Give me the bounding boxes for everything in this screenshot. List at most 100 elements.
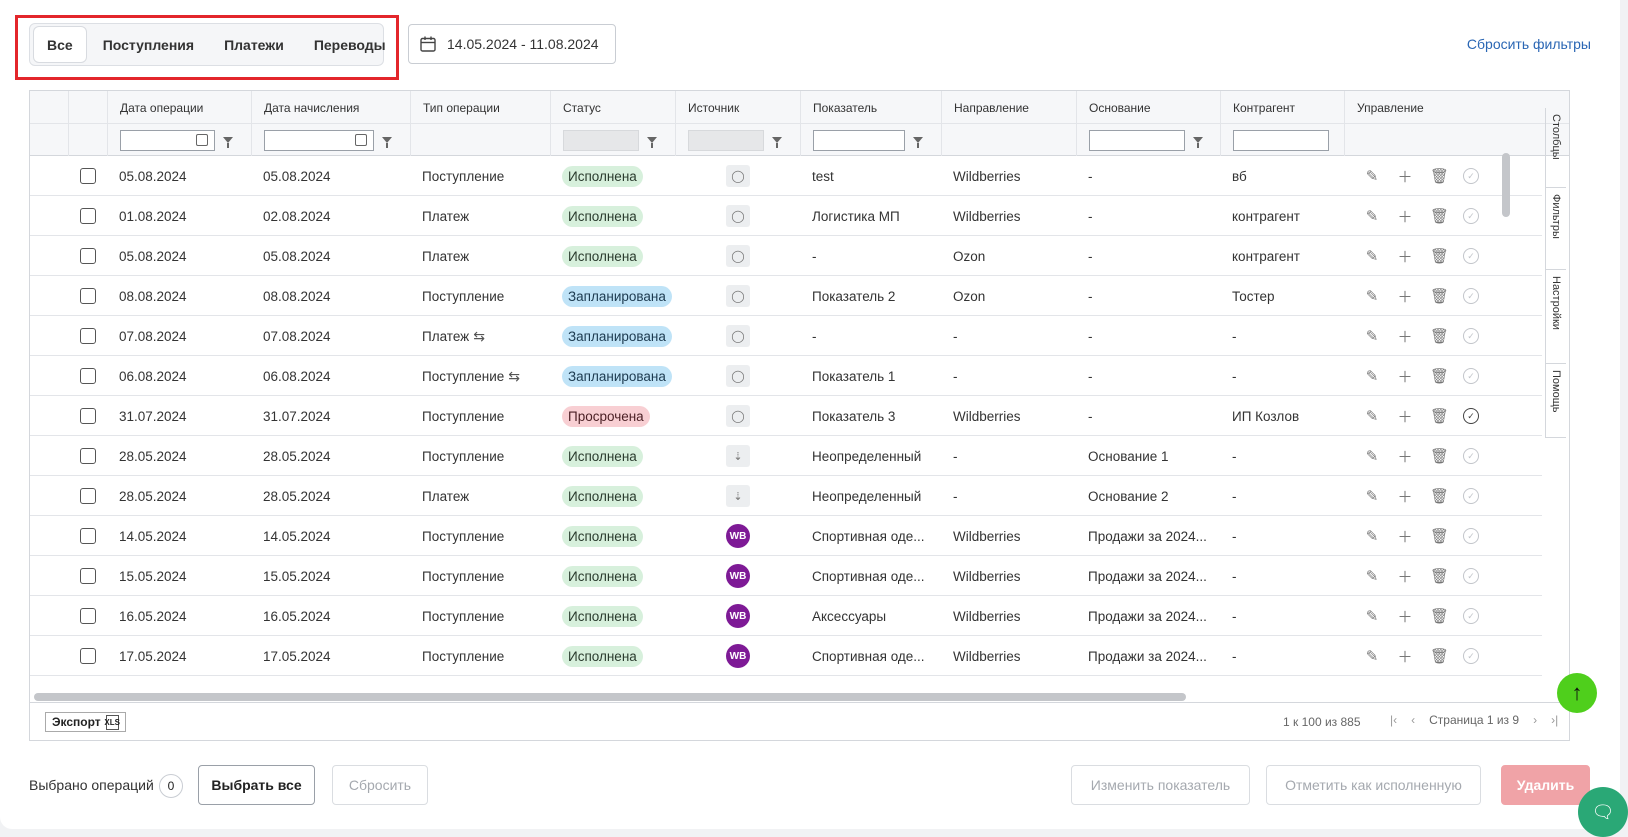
header-status[interactable]: Статус — [550, 91, 675, 124]
scroll-top-button[interactable]: ↑ — [1557, 673, 1597, 713]
table-row[interactable]: 17.05.2024 17.05.2024 Поступление Исполнена… — [30, 636, 1542, 676]
header-direction[interactable]: Направление — [941, 91, 1076, 124]
edit-icon[interactable]: ✎ — [1364, 167, 1380, 185]
trash-icon[interactable]: 🗑 — [1430, 407, 1449, 425]
trash-icon[interactable]: 🗑 — [1430, 287, 1449, 305]
change-indicator-button[interactable]: Изменить показатель — [1071, 765, 1250, 805]
filter-icon[interactable] — [382, 137, 392, 148]
tab-incomes[interactable]: Поступления — [90, 27, 207, 62]
row-checkbox[interactable] — [80, 208, 96, 224]
row-checkbox[interactable] — [80, 568, 96, 584]
edit-icon[interactable]: ✎ — [1364, 567, 1380, 585]
trash-icon[interactable]: 🗑 — [1430, 607, 1449, 625]
row-checkbox[interactable] — [80, 608, 96, 624]
chat-button[interactable]: 🗨 — [1578, 787, 1628, 837]
trash-icon[interactable]: 🗑 — [1430, 327, 1449, 345]
plus-icon[interactable]: ＋ — [1397, 646, 1413, 667]
reset-selection-button[interactable]: Сбросить — [332, 765, 428, 805]
edit-icon[interactable]: ✎ — [1364, 247, 1380, 265]
filter-op-date-input[interactable] — [120, 129, 215, 151]
plus-icon[interactable]: ＋ — [1397, 526, 1413, 547]
header-basis[interactable]: Основание — [1076, 91, 1220, 124]
row-checkbox[interactable] — [80, 528, 96, 544]
trash-icon[interactable]: 🗑 — [1430, 247, 1449, 265]
side-tab-settings[interactable]: Настройки — [1546, 270, 1566, 364]
header-op-date[interactable]: Дата операции — [107, 91, 251, 124]
plus-icon[interactable]: ＋ — [1397, 206, 1413, 227]
plus-icon[interactable]: ＋ — [1397, 566, 1413, 587]
plus-icon[interactable]: ＋ — [1397, 326, 1413, 347]
table-row[interactable]: 07.08.2024 07.08.2024 Платеж ⇆ Запланирована… — [30, 316, 1542, 356]
edit-icon[interactable]: ✎ — [1364, 527, 1380, 545]
row-checkbox[interactable] — [80, 448, 96, 464]
delete-button[interactable]: Удалить — [1501, 765, 1590, 805]
reset-filters-link[interactable]: Сбросить фильтры — [1467, 36, 1591, 52]
plus-icon[interactable]: ＋ — [1397, 446, 1413, 467]
tab-transfers[interactable]: Переводы — [301, 27, 399, 62]
table-row[interactable]: 28.05.2024 28.05.2024 Поступление Исполнена… — [30, 436, 1542, 476]
last-page-icon[interactable]: ›| — [1551, 713, 1558, 727]
trash-icon[interactable]: 🗑 — [1430, 207, 1449, 225]
table-row[interactable]: 16.05.2024 16.05.2024 Поступление Исполнена… — [30, 596, 1542, 636]
row-checkbox[interactable] — [80, 168, 96, 184]
filter-basis-input[interactable] — [1089, 129, 1185, 151]
edit-icon[interactable]: ✎ — [1364, 447, 1380, 465]
trash-icon[interactable]: 🗑 — [1430, 527, 1449, 545]
plus-icon[interactable]: ＋ — [1397, 166, 1413, 187]
plus-icon[interactable]: ＋ — [1397, 366, 1413, 387]
confirm-check-icon[interactable]: ✓ — [1463, 368, 1479, 384]
confirm-check-icon[interactable]: ✓ — [1463, 408, 1479, 424]
table-row[interactable]: 05.08.2024 05.08.2024 Поступление Исполнена… — [30, 156, 1542, 196]
edit-icon[interactable]: ✎ — [1364, 407, 1380, 425]
table-row[interactable]: 14.05.2024 14.05.2024 Поступление Исполнена… — [30, 516, 1542, 556]
edit-icon[interactable]: ✎ — [1364, 487, 1380, 505]
confirm-check-icon[interactable]: ✓ — [1463, 168, 1479, 184]
confirm-check-icon[interactable]: ✓ — [1463, 528, 1479, 544]
confirm-check-icon[interactable]: ✓ — [1463, 248, 1479, 264]
row-checkbox[interactable] — [80, 488, 96, 504]
row-checkbox[interactable] — [80, 408, 96, 424]
trash-icon[interactable]: 🗑 — [1430, 487, 1449, 505]
filter-icon[interactable] — [647, 137, 657, 148]
trash-icon[interactable]: 🗑 — [1430, 367, 1449, 385]
side-tab-help[interactable]: Помощь — [1546, 364, 1566, 438]
plus-icon[interactable]: ＋ — [1397, 246, 1413, 267]
trash-icon[interactable]: 🗑 — [1430, 647, 1449, 665]
table-row[interactable]: 06.08.2024 06.08.2024 Поступление ⇆ Запланир… — [30, 356, 1542, 396]
row-checkbox[interactable] — [80, 248, 96, 264]
header-source[interactable]: Источник — [675, 91, 800, 124]
row-checkbox[interactable] — [80, 368, 96, 384]
row-checkbox[interactable] — [80, 328, 96, 344]
header-counterparty[interactable]: Контрагент — [1220, 91, 1344, 124]
header-accr-date[interactable]: Дата начисления — [251, 91, 410, 124]
filter-status-input[interactable] — [563, 129, 639, 151]
filter-accr-date-input[interactable] — [264, 129, 374, 151]
edit-icon[interactable]: ✎ — [1364, 207, 1380, 225]
vertical-scrollbar[interactable] — [1502, 153, 1510, 217]
confirm-check-icon[interactable]: ✓ — [1463, 208, 1479, 224]
confirm-check-icon[interactable]: ✓ — [1463, 488, 1479, 504]
header-type[interactable]: Тип операции — [410, 91, 550, 124]
table-row[interactable]: 01.08.2024 02.08.2024 Платеж Исполнена ◯ Логи… — [30, 196, 1542, 236]
confirm-check-icon[interactable]: ✓ — [1463, 648, 1479, 664]
edit-icon[interactable]: ✎ — [1364, 327, 1380, 345]
plus-icon[interactable]: ＋ — [1397, 406, 1413, 427]
edit-icon[interactable]: ✎ — [1364, 647, 1380, 665]
tab-all[interactable]: Все — [34, 27, 86, 62]
filter-counterparty-input[interactable] — [1233, 129, 1329, 151]
next-page-icon[interactable]: › — [1533, 713, 1537, 727]
export-button[interactable]: Экспорт XLS — [45, 712, 126, 732]
prev-page-icon[interactable]: ‹ — [1411, 713, 1415, 727]
tab-payments[interactable]: Платежи — [211, 27, 297, 62]
trash-icon[interactable]: 🗑 — [1430, 447, 1449, 465]
header-indicator[interactable]: Показатель — [800, 91, 941, 124]
first-page-icon[interactable]: |‹ — [1390, 713, 1397, 727]
edit-icon[interactable]: ✎ — [1364, 607, 1380, 625]
plus-icon[interactable]: ＋ — [1397, 606, 1413, 627]
filter-icon[interactable] — [913, 137, 923, 148]
mark-done-button[interactable]: Отметить как исполненную — [1266, 765, 1481, 805]
plus-icon[interactable]: ＋ — [1397, 486, 1413, 507]
table-row[interactable]: 05.08.2024 05.08.2024 Платеж Исполнена ◯ - Ozo… — [30, 236, 1542, 276]
row-checkbox[interactable] — [80, 288, 96, 304]
row-checkbox[interactable] — [80, 648, 96, 664]
